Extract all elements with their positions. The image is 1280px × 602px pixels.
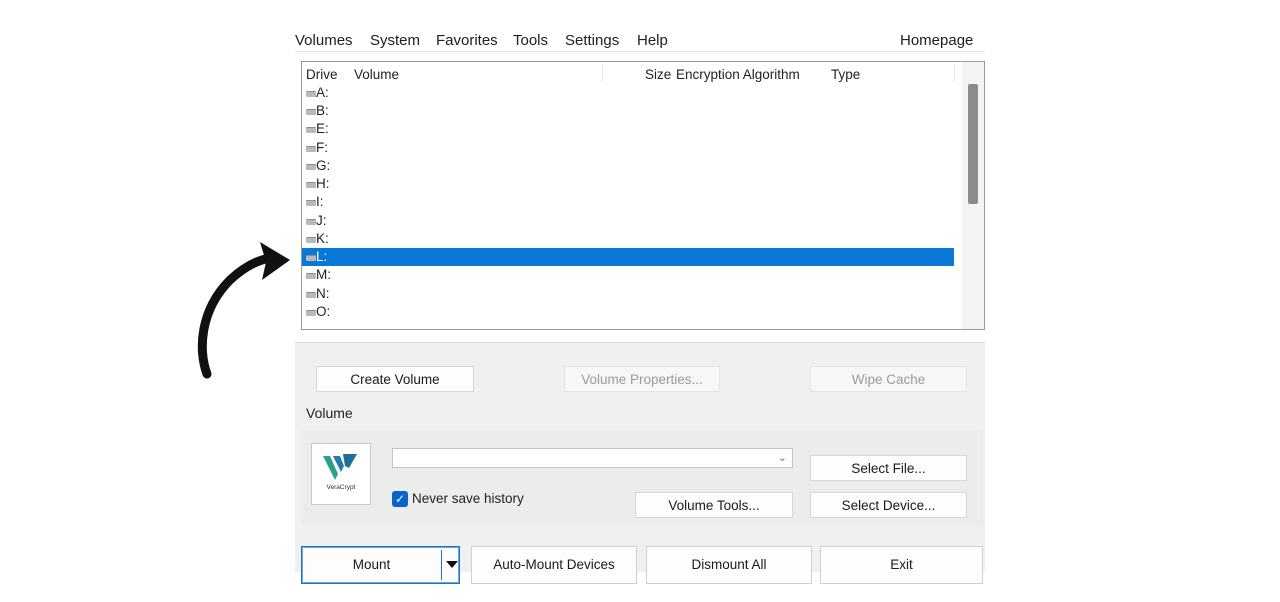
veracrypt-logo-icon: [323, 454, 357, 480]
drive-letter: F:: [316, 140, 328, 155]
drive-letter: I:: [316, 194, 324, 209]
column-encryption-algorithm[interactable]: Encryption Algorithm: [676, 67, 800, 82]
menu-tools[interactable]: Tools: [513, 32, 548, 49]
column-volume[interactable]: Volume: [354, 67, 399, 82]
drive-icon: [306, 146, 316, 152]
list-header: Drive Volume Size Encryption Algorithm T…: [302, 62, 962, 86]
drive-icon: [306, 164, 316, 170]
drive-icon: [306, 310, 316, 316]
curved-arrow-annotation: [197, 242, 290, 379]
drive-icon: [306, 292, 316, 298]
drive-row[interactable]: O:: [302, 303, 954, 321]
dropdown-arrow-icon[interactable]: [446, 561, 458, 568]
volume-tools-button[interactable]: Volume Tools...: [635, 492, 793, 518]
drive-letter: H:: [316, 176, 330, 191]
mount-button[interactable]: Mount: [301, 546, 460, 584]
drive-row[interactable]: N:: [302, 285, 954, 303]
drive-icon: [306, 182, 316, 188]
wipe-cache-button[interactable]: Wipe Cache: [810, 366, 967, 392]
checkmark-icon: ✓: [394, 492, 406, 506]
drive-icon: [306, 91, 316, 97]
veracrypt-window: Volumes System Favorites Tools Settings …: [295, 24, 985, 584]
drive-row[interactable]: E:: [302, 120, 954, 138]
menu-settings[interactable]: Settings: [565, 32, 619, 49]
drive-row[interactable]: A:: [302, 84, 954, 102]
mount-label: Mount: [352, 557, 391, 572]
drive-row[interactable]: G:: [302, 157, 954, 175]
select-file-button[interactable]: Select File...: [810, 455, 967, 481]
panel-divider: [295, 342, 985, 343]
menu-favorites[interactable]: Favorites: [436, 32, 498, 49]
menu-separator: [295, 51, 985, 52]
column-divider: [954, 64, 955, 82]
drive-icon: [306, 109, 316, 115]
column-type[interactable]: Type: [831, 67, 860, 82]
mount-split-divider: [441, 550, 442, 580]
drive-icon: [306, 200, 316, 206]
menu-help[interactable]: Help: [637, 32, 668, 49]
volume-group-label: Volume: [306, 405, 353, 421]
menu-volumes[interactable]: Volumes: [295, 32, 353, 49]
create-volume-button[interactable]: Create Volume: [316, 366, 474, 392]
drive-row[interactable]: H:: [302, 175, 954, 193]
dismount-all-button[interactable]: Dismount All: [646, 546, 812, 584]
auto-mount-devices-button[interactable]: Auto-Mount Devices: [471, 546, 637, 584]
drive-letter: G:: [316, 158, 331, 173]
drive-icon: [306, 255, 316, 261]
drive-icon: [306, 219, 316, 225]
drive-letter: M:: [316, 267, 331, 282]
drive-icon: [306, 237, 316, 243]
select-device-button[interactable]: Select Device...: [810, 492, 967, 518]
drive-letter: L:: [316, 249, 328, 264]
logo-text: VeraCrypt: [326, 484, 356, 491]
drive-icon: [306, 273, 316, 279]
drive-row[interactable]: I:: [302, 193, 954, 211]
menu-homepage[interactable]: Homepage: [900, 32, 973, 49]
drive-letter: E:: [316, 121, 329, 136]
vertical-scrollbar[interactable]: [962, 62, 984, 329]
never-save-history-label[interactable]: Never save history: [412, 491, 524, 506]
drive-list[interactable]: Drive Volume Size Encryption Algorithm T…: [301, 61, 985, 330]
column-size[interactable]: Size: [645, 67, 671, 82]
drive-letter: A:: [316, 85, 329, 100]
drive-row[interactable]: M:: [302, 266, 954, 284]
veracrypt-logo: VeraCrypt: [311, 443, 371, 505]
drive-letter: K:: [316, 231, 329, 246]
volume-properties-button[interactable]: Volume Properties...: [564, 366, 720, 392]
column-divider: [602, 64, 603, 82]
drive-letter: B:: [316, 103, 329, 118]
menu-system[interactable]: System: [370, 32, 420, 49]
volume-path-combobox[interactable]: ⌄: [392, 448, 793, 468]
scrollbar-thumb[interactable]: [968, 84, 978, 204]
drive-row[interactable]: B:: [302, 102, 954, 120]
column-drive[interactable]: Drive: [306, 67, 338, 82]
never-save-history-checkbox[interactable]: ✓: [392, 491, 408, 507]
drive-letter: O:: [316, 304, 331, 319]
drive-row-selected[interactable]: L:: [302, 248, 954, 266]
drive-letter: J:: [316, 213, 327, 228]
drive-icon: [306, 127, 316, 133]
exit-button[interactable]: Exit: [820, 546, 983, 584]
drive-row[interactable]: F:: [302, 139, 954, 157]
chevron-down-icon[interactable]: ⌄: [778, 451, 787, 464]
drive-letter: N:: [316, 286, 330, 301]
drive-row[interactable]: J:: [302, 212, 954, 230]
control-panel: Create Volume Volume Properties... Wipe …: [295, 342, 985, 584]
drive-row[interactable]: K:: [302, 230, 954, 248]
menu-bar: Volumes System Favorites Tools Settings …: [295, 30, 985, 52]
